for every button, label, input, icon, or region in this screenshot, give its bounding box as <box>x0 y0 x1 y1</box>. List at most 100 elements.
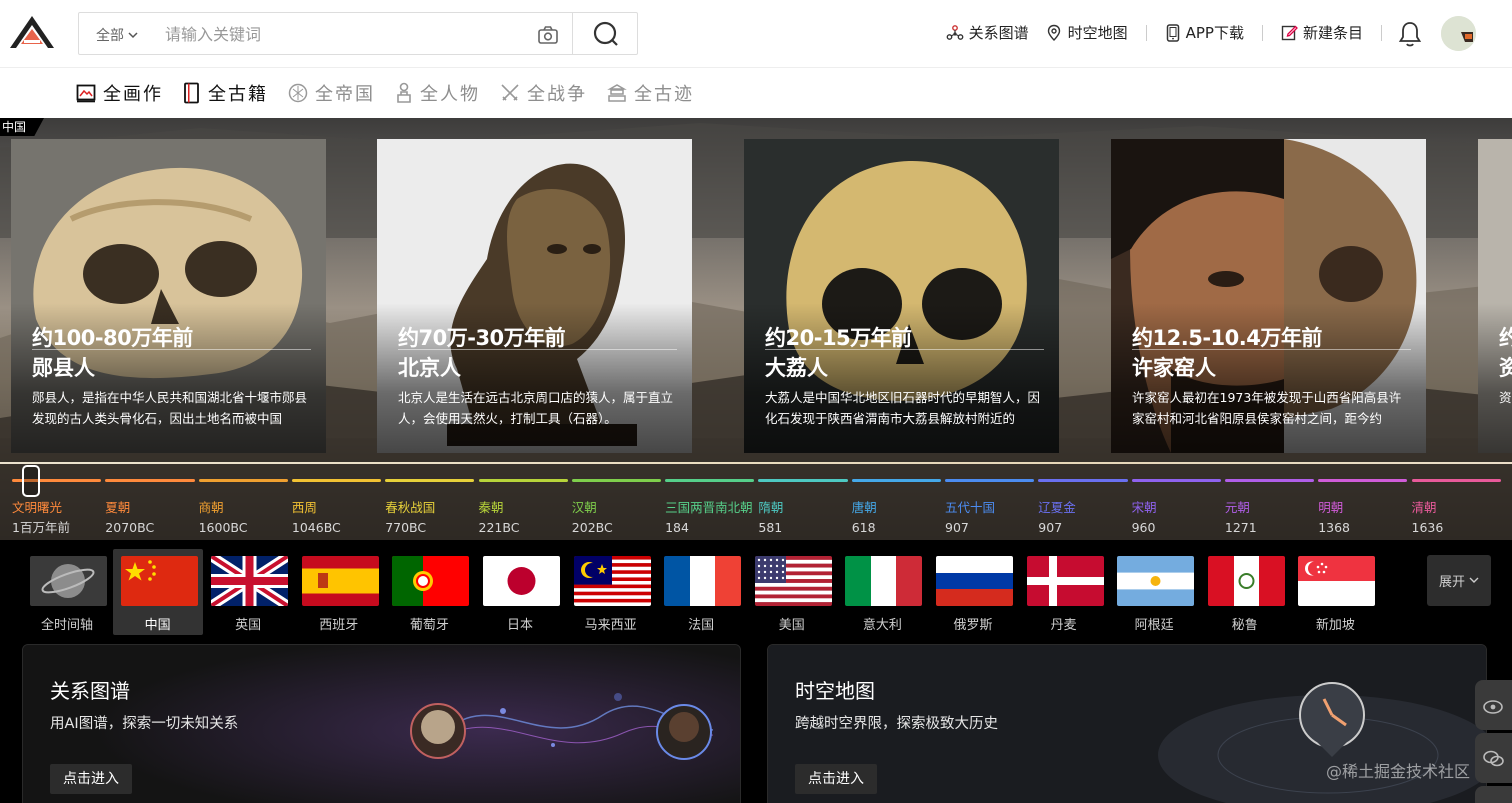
category-label: 全古迹 <box>634 84 694 105</box>
country-italy[interactable]: 意大利 <box>837 549 927 635</box>
country-portugal[interactable]: 葡萄牙 <box>384 549 474 635</box>
era-item[interactable]: 隋朝 581 <box>758 498 783 538</box>
era-item[interactable]: 清朝 1636 <box>1412 498 1444 538</box>
era-segment[interactable] <box>198 479 288 482</box>
country-name: 新加坡 <box>1315 618 1355 633</box>
era-segment[interactable] <box>1318 479 1408 482</box>
nav-app-download-link[interactable]: APP下载 <box>1165 22 1244 43</box>
era-segment[interactable] <box>1411 479 1501 482</box>
country-peru[interactable]: 秘鲁 <box>1200 549 1290 635</box>
era-item[interactable]: 元朝 1271 <box>1225 498 1257 538</box>
enter-map-button[interactable]: 点击进入 <box>795 764 877 794</box>
nav-map-label: 时空地图 <box>1067 24 1128 42</box>
category-paintings[interactable]: 全画作 <box>76 80 163 106</box>
era-year: 184 <box>665 520 689 535</box>
country-malaysia[interactable]: 马来西亚 <box>566 549 656 635</box>
search-scope-select[interactable]: 全部 <box>96 25 138 45</box>
country-name: 阿根廷 <box>1134 618 1174 633</box>
search-input[interactable] <box>165 19 515 49</box>
category-wars[interactable]: 全战争 <box>500 80 587 106</box>
share-button[interactable] <box>1475 786 1512 803</box>
location-pin-icon <box>1047 24 1060 41</box>
enter-graph-button[interactable]: 点击进入 <box>50 764 132 794</box>
nav-map-link[interactable]: 时空地图 <box>1045 22 1128 43</box>
nav-graph-link[interactable]: 关系图谱 <box>946 22 1029 43</box>
uk-flag-icon <box>211 556 289 606</box>
timeline-handle[interactable] <box>22 465 40 497</box>
country-argentina[interactable]: 阿根廷 <box>1109 549 1199 635</box>
country-singapore[interactable]: 新加坡 <box>1290 549 1380 635</box>
category-empires[interactable]: 全帝国 <box>288 80 375 106</box>
era-segment[interactable] <box>571 479 662 482</box>
era-name: 商朝 <box>198 500 224 515</box>
era-segment[interactable] <box>105 479 195 482</box>
hero-card[interactable]: 约100-80万年前 郧县人 郧县人，是指在中华人民共和国湖北省十堰市郧县发现的… <box>11 139 326 453</box>
era-segment[interactable] <box>385 479 475 482</box>
era-segment[interactable] <box>1224 479 1315 482</box>
china-flag-icon <box>120 556 198 606</box>
era-year: 1600BC <box>198 520 248 535</box>
era-item[interactable]: 唐朝 618 <box>852 498 877 538</box>
camera-icon[interactable] <box>537 24 559 46</box>
card-description: 北京人是生活在远古北京周口店的猿人，属于直立人，会使用天然火，打制工具（石器）。 <box>398 390 674 426</box>
search-button[interactable] <box>572 13 638 54</box>
era-item[interactable]: 宋朝 960 <box>1132 498 1157 538</box>
country-spain[interactable]: 西班牙 <box>294 549 384 635</box>
country-uk[interactable]: 英国 <box>203 549 293 635</box>
era-segment[interactable] <box>291 479 382 482</box>
era-item[interactable]: 春秋战国 770BC <box>385 498 435 538</box>
era-name: 夏朝 <box>105 500 131 515</box>
era-item[interactable]: 文明曙光 1百万年前 <box>12 498 70 538</box>
era-segment[interactable] <box>758 479 848 482</box>
era-item[interactable]: 明朝 1368 <box>1318 498 1350 538</box>
era-segment[interactable] <box>851 479 941 482</box>
era-item[interactable]: 五代十国 907 <box>945 498 995 538</box>
era-item[interactable]: 秦朝 221BC <box>479 498 520 538</box>
era-item[interactable]: 辽夏金 907 <box>1038 498 1076 538</box>
site-logo[interactable] <box>8 14 56 50</box>
country-japan[interactable]: 日本 <box>475 549 565 635</box>
chevron-down-icon <box>1469 577 1479 583</box>
era-year: 960 <box>1131 520 1156 535</box>
country-denmark[interactable]: 丹麦 <box>1019 549 1109 635</box>
era-segment[interactable] <box>1131 479 1221 482</box>
expand-button[interactable]: 展开 <box>1427 555 1491 606</box>
era-item[interactable]: 西周 1046BC <box>292 498 341 538</box>
era-labels: 文明曙光 1百万年前 夏朝 2070BC 商朝 1600BC 西周 1046BC 春秋战国 770… <box>0 498 1512 538</box>
watermark: @稀土掘金技术社区 <box>1326 762 1471 781</box>
hero-card[interactable]: 约12.5-10.4万年前 许家窑人 许家窑人最初在1973年被发现于山西省阳高… <box>1111 139 1426 453</box>
category-people[interactable]: 全人物 <box>395 80 480 106</box>
globe-icon <box>30 556 107 606</box>
era-segment[interactable] <box>478 479 568 482</box>
country-china[interactable]: 中国 <box>112 549 203 635</box>
era-item[interactable]: 商朝 1600BC <box>199 498 248 538</box>
era-segment[interactable] <box>945 479 1035 482</box>
era-segment[interactable] <box>665 479 755 482</box>
category-label: 全帝国 <box>315 84 375 105</box>
card-divider <box>1132 349 1411 350</box>
hero-card[interactable]: 约 资 资 <box>1478 139 1512 453</box>
singapore-flag-icon <box>1298 556 1376 606</box>
category-sites[interactable]: 全古迹 <box>607 80 694 106</box>
hero-card[interactable]: 约20-15万年前 大荔人 大荔人是中国华北地区旧石器时代的早期智人，因化石发现… <box>744 139 1059 453</box>
era-item[interactable]: 三国两晋南北朝 184 <box>665 498 753 538</box>
wechat-share-button[interactable] <box>1475 733 1512 783</box>
era-segment[interactable] <box>1038 479 1128 482</box>
phone-icon <box>1166 23 1179 42</box>
hero-card[interactable]: 约70万-30万年前 北京人 北京人是生活在远古北京周口店的猿人，属于直立人，会… <box>377 139 692 453</box>
country-name: 丹麦 <box>1050 618 1077 633</box>
era-year: 581 <box>758 520 783 535</box>
era-item[interactable]: 夏朝 2070BC <box>105 498 154 538</box>
country-name: 日本 <box>506 618 533 633</box>
category-label: 全人物 <box>420 84 480 105</box>
country-russia[interactable]: 俄罗斯 <box>928 549 1018 635</box>
user-avatar[interactable] <box>1441 16 1476 51</box>
country-france[interactable]: 法国 <box>656 549 746 635</box>
country-globe[interactable]: 全时间轴 <box>22 549 112 635</box>
country-usa[interactable]: 美国 <box>747 549 837 635</box>
nav-new-entry-link[interactable]: 新建条目 <box>1281 22 1363 43</box>
bell-icon[interactable] <box>1397 20 1423 48</box>
era-item[interactable]: 汉朝 202BC <box>572 498 613 538</box>
category-books[interactable]: 全古籍 <box>183 80 268 106</box>
weibo-share-button[interactable] <box>1475 680 1512 730</box>
